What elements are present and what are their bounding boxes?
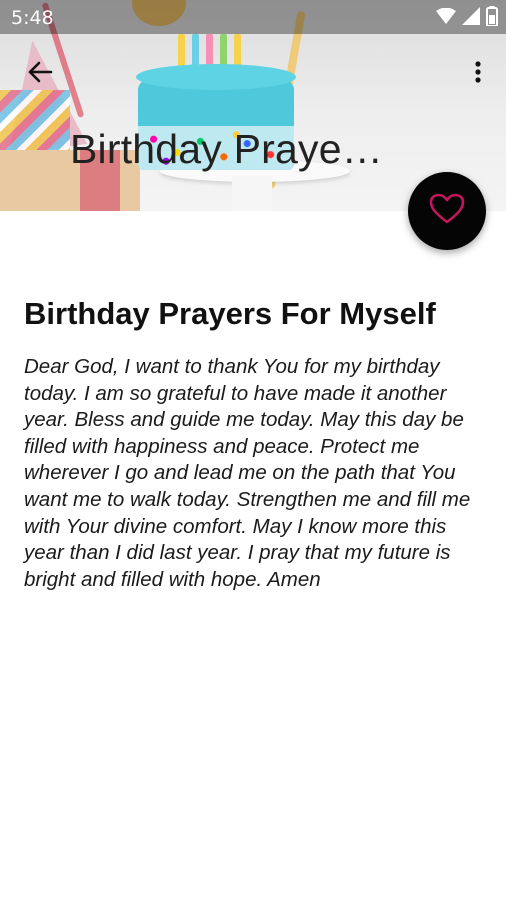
cake-top [136,64,296,90]
signal-icon [462,6,480,30]
party-hat-stripes [0,90,70,150]
toolbar-title: Birthday Praye… [70,126,383,172]
cake-stand [232,176,272,211]
prayer-text: Dear God, I want to thank You for my bir… [24,355,471,591]
arrow-left-icon [27,60,53,89]
wifi-icon [436,7,456,29]
back-button[interactable] [20,57,60,91]
battery-icon [486,5,498,31]
status-bar: 5:48 [0,0,506,34]
overflow-menu-button[interactable] [466,57,490,91]
more-vert-icon [475,60,481,88]
status-time: 5:48 [11,7,54,29]
status-icons [436,5,498,31]
prayer-content: Birthday Prayers For Myself Dear God, I … [24,296,484,593]
prayer-title: Birthday Prayers For Myself [24,296,436,331]
heart-outline-icon [429,193,465,230]
favorite-button[interactable] [408,172,486,250]
